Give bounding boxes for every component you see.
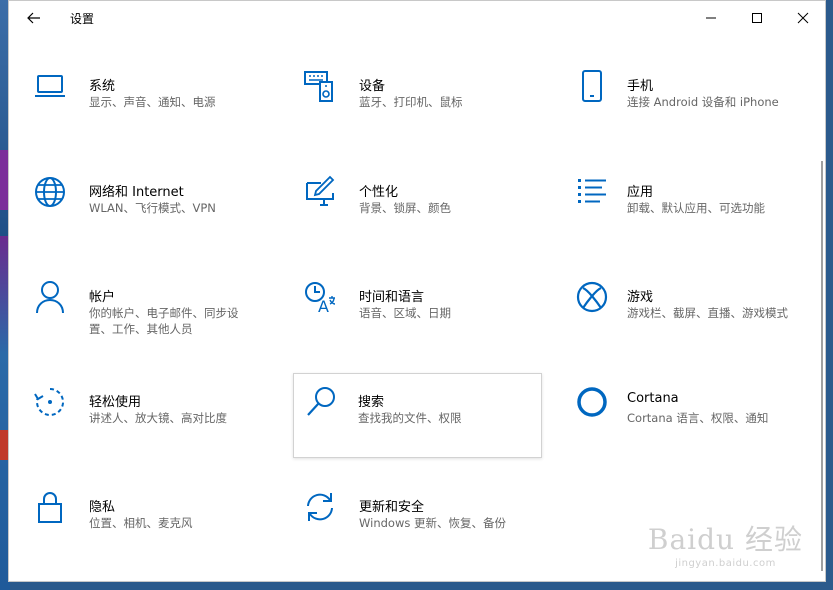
tile-ease-of-access[interactable]: 轻松使用 讲述人、放大镜、高对比度	[33, 385, 281, 469]
tile-search[interactable]: 搜索 查找我的文件、权限	[293, 373, 542, 458]
tile-title: 个性化	[359, 185, 399, 200]
tile-accounts[interactable]: 帐户 你的帐户、电子邮件、同步设置、工作、其他人员	[33, 280, 281, 364]
sync-arrows-icon	[303, 490, 337, 524]
tile-description: 查找我的文件、权限	[358, 411, 462, 425]
lock-icon	[33, 490, 67, 524]
tile-description: 卸载、默认应用、可选功能	[627, 201, 765, 215]
paint-monitor-icon	[303, 175, 337, 209]
tile-title: 搜索	[358, 395, 385, 410]
tile-title: 帐户	[89, 290, 116, 305]
tile-title: 应用	[627, 185, 654, 200]
watermark-url: jingyan.baidu.com	[675, 558, 776, 569]
minimize-icon	[706, 17, 716, 19]
tile-title: 游戏	[627, 290, 654, 305]
tile-update-security[interactable]: 更新和安全 Windows 更新、恢复、备份	[303, 490, 551, 574]
tile-time-language[interactable]: A 时间和语言 语音、区域、日期	[303, 280, 551, 364]
tile-description: 蓝牙、打印机、鼠标	[359, 95, 463, 109]
minimize-button[interactable]	[688, 1, 734, 35]
tile-title: 时间和语言	[359, 290, 425, 305]
tile-title: 更新和安全	[359, 500, 425, 515]
desktop-icon-fragment	[0, 430, 8, 460]
tile-title: Cortana	[627, 391, 679, 406]
tile-system[interactable]: 系统 显示、声音、通知、电源	[33, 69, 281, 153]
clock-language-icon: A	[303, 280, 337, 314]
watermark-brand: Baidu 经验	[647, 523, 803, 556]
tile-description: Windows 更新、恢复、备份	[359, 516, 506, 530]
tile-privacy[interactable]: 隐私 位置、相机、麦克风	[33, 490, 281, 574]
watermark: Baidu 经验 jingyan.baidu.com	[648, 518, 803, 569]
tile-description: 讲述人、放大镜、高对比度	[89, 411, 227, 425]
globe-icon	[33, 175, 67, 209]
tile-description: 连接 Android 设备和 iPhone	[627, 95, 779, 109]
tile-devices[interactable]: 设备 蓝牙、打印机、鼠标	[303, 69, 551, 153]
tile-title: 系统	[89, 79, 116, 94]
tile-description: 背景、锁屏、颜色	[359, 201, 451, 215]
svg-text:A: A	[318, 297, 329, 314]
tile-description: 你的帐户、电子邮件、同步设置、工作、其他人员	[89, 306, 239, 336]
back-arrow-icon	[27, 12, 40, 24]
tile-title: 手机	[627, 79, 654, 94]
tile-description: 语音、区域、日期	[359, 306, 451, 320]
tile-description: 显示、声音、通知、电源	[89, 95, 216, 109]
laptop-icon	[33, 69, 67, 103]
tile-description: Cortana 语言、权限、通知	[627, 411, 769, 425]
tile-gaming[interactable]: 游戏 游戏栏、截屏、直播、游戏模式	[575, 280, 823, 364]
tile-phone[interactable]: 手机 连接 Android 设备和 iPhone	[575, 69, 823, 153]
maximize-icon	[752, 13, 762, 23]
search-icon	[305, 385, 339, 419]
back-button[interactable]	[23, 8, 45, 28]
tile-description: 游戏栏、截屏、直播、游戏模式	[627, 306, 788, 320]
tile-description: WLAN、飞行模式、VPN	[89, 201, 216, 215]
cortana-ring-icon	[575, 385, 609, 419]
tile-apps[interactable]: 应用 卸载、默认应用、可选功能	[575, 175, 823, 259]
window-title: 设置	[70, 12, 95, 26]
title-bar: 设置	[9, 1, 825, 35]
tile-cortana[interactable]: Cortana Cortana 语言、权限、通知	[575, 385, 823, 469]
apps-list-icon	[575, 175, 609, 209]
tile-description: 位置、相机、麦克风	[89, 516, 193, 530]
tile-title: 轻松使用	[89, 395, 142, 410]
person-icon	[33, 280, 67, 314]
maximize-button[interactable]	[734, 1, 780, 35]
close-icon	[797, 12, 809, 24]
tile-title: 设备	[359, 79, 386, 94]
tile-network[interactable]: 网络和 Internet WLAN、飞行模式、VPN	[33, 175, 281, 259]
phone-icon	[575, 69, 609, 103]
tile-title: 隐私	[89, 500, 116, 515]
tile-title: 网络和 Internet	[89, 185, 184, 200]
settings-window: 设置 系统 显示、声音、通知、电源 设备 蓝牙、打印机、鼠标 手机 连接 And…	[8, 0, 826, 582]
keyboard-speaker-icon	[303, 69, 337, 103]
ease-of-access-icon	[33, 385, 67, 419]
desktop-icon-fragment	[0, 150, 8, 210]
scrollbar[interactable]	[821, 161, 823, 571]
xbox-icon	[575, 280, 609, 314]
tile-personalization[interactable]: 个性化 背景、锁屏、颜色	[303, 175, 551, 259]
close-button[interactable]	[780, 1, 825, 35]
